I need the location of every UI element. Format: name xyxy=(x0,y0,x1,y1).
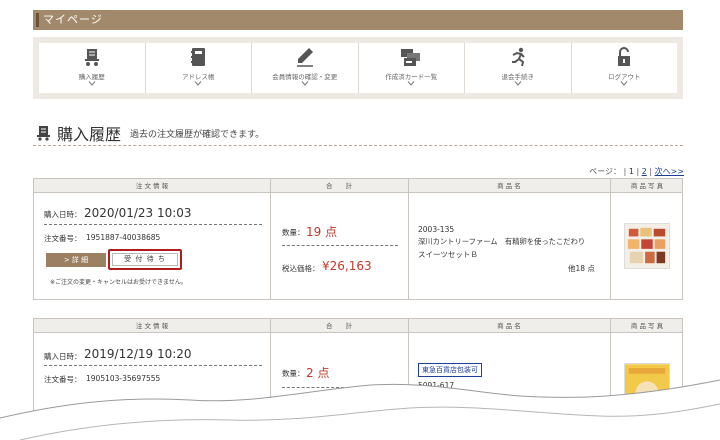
gift-wrap-badge: 東急百貨店包装可 xyxy=(418,363,482,377)
order-note: ※ご注文の変更・キャンセルはお受けできません。 xyxy=(50,279,187,286)
product-name-line2: スイーツセットＢ xyxy=(418,250,478,259)
nav-label: 退会手続き xyxy=(501,73,535,81)
address-book-icon xyxy=(191,48,206,66)
order-card: 注 文 情 報 合 計 商 品 名 商 品 写 真 購入日時： 2020/01/… xyxy=(33,178,683,300)
chevron-down-icon xyxy=(194,81,202,86)
section-title: 購入履歴 xyxy=(57,125,122,144)
nav-label: 作成済カード一覧 xyxy=(385,73,438,81)
nav-label: アドレス帳 xyxy=(182,73,215,81)
order-number-label: 注文番号： xyxy=(44,234,82,243)
pager-separator: | xyxy=(623,167,627,176)
product-name: 深川カントリーファーム 有精卵を使ったこだわり xyxy=(418,237,586,246)
order-number: 1905103-35697555 xyxy=(86,374,161,383)
column-header-total: 合 計 xyxy=(326,322,352,330)
column-header-photo: 商 品 写 真 xyxy=(630,322,664,330)
nav-item-created-cards[interactable]: 作成済カード一覧 xyxy=(359,43,465,93)
column-header-info: 注 文 情 報 xyxy=(135,182,169,190)
pager-label: ページ： xyxy=(589,167,622,176)
order-table-header: 注 文 情 報 合 計 商 品 名 商 品 写 真 xyxy=(34,319,682,333)
purchase-date: 2020/01/23 10:03 xyxy=(84,206,192,220)
nav-label: 購入履歴 xyxy=(78,73,105,81)
unlock-icon xyxy=(618,47,631,66)
order-number: 1951887-40038685 xyxy=(86,233,161,242)
order-card: 注 文 情 報 合 計 商 品 名 商 品 写 真 購入日時： 2019/12/… xyxy=(33,318,683,438)
nav-item-member-info[interactable]: 会員情報の確認・変更 xyxy=(252,43,359,93)
section-divider xyxy=(33,145,683,146)
pager-page-current: 1 xyxy=(628,167,634,176)
price-value: ¥26,163 xyxy=(322,259,372,273)
order-number-label: 注文番号： xyxy=(44,375,82,384)
product-name: ミルメルシィ たいよう xyxy=(418,394,496,403)
pager-separator: | xyxy=(636,167,640,176)
nav-label: ログアウト xyxy=(608,73,641,81)
pager-next-link[interactable]: 次へ>> xyxy=(655,167,684,176)
product-code: 5091-617 xyxy=(418,381,455,390)
nav-item-withdraw[interactable]: 退会手続き xyxy=(465,43,572,93)
cart-icon xyxy=(84,49,99,66)
column-header-photo: 商 品 写 真 xyxy=(630,182,664,190)
column-header-product: 商 品 名 xyxy=(497,322,521,330)
nav-item-logout[interactable]: ログアウト xyxy=(572,43,678,93)
cart-icon xyxy=(37,126,50,141)
product-count: 他1 点 xyxy=(574,406,597,415)
purchase-date-label: 購入日時： xyxy=(44,210,82,219)
product-code: 2003-135 xyxy=(418,225,455,234)
status-button[interactable]: 受 付 待 ち xyxy=(112,253,178,266)
mypage-nav: 購入履歴 アドレス帳 会員情報の確認・変更 作成済カード一覧 退会手続き ログア… xyxy=(33,37,683,99)
product-photo xyxy=(624,363,670,419)
quantity-value: 19 点 xyxy=(306,225,338,239)
cards-icon xyxy=(401,49,421,66)
pagination: ページ： | 1 | 2 | 次へ>> xyxy=(589,166,684,177)
page-header-title: マイページ xyxy=(43,13,103,26)
chevron-down-icon xyxy=(407,81,415,86)
status-highlight: 受 付 待 ち xyxy=(108,249,182,270)
product-count: 他18 点 xyxy=(568,264,595,273)
chevron-down-icon xyxy=(301,81,309,86)
column-header-info: 注 文 情 報 xyxy=(135,322,169,330)
section-subtitle: 過去の注文履歴が確認できます。 xyxy=(130,130,265,140)
column-header-product: 商 品 名 xyxy=(497,182,521,190)
quantity-label: 数量： xyxy=(282,228,305,237)
purchase-date: 2019/12/19 10:20 xyxy=(84,347,192,361)
nav-item-address-book[interactable]: アドレス帳 xyxy=(146,43,252,93)
running-person-icon xyxy=(511,47,525,67)
nav-item-purchase-history[interactable]: 購入履歴 xyxy=(39,43,146,93)
chevron-down-icon xyxy=(88,81,96,86)
detail-button[interactable]: > 詳 細 xyxy=(46,253,106,267)
page-header: マイページ xyxy=(33,10,683,30)
order-table-header: 注 文 情 報 合 計 商 品 名 商 品 写 真 xyxy=(34,179,682,193)
quantity-label: 数量： xyxy=(282,369,305,378)
pencil-icon xyxy=(296,48,313,67)
quantity-value: 2 点 xyxy=(306,366,330,380)
chevron-down-icon xyxy=(514,81,522,86)
price-label: 税込価格： xyxy=(282,264,320,273)
chevron-down-icon xyxy=(620,81,628,86)
column-header-total: 合 計 xyxy=(326,182,352,190)
product-photo xyxy=(624,223,670,269)
nav-label: 会員情報の確認・変更 xyxy=(272,73,338,81)
pager-separator: | xyxy=(649,167,653,176)
pager-page-link[interactable]: 2 xyxy=(642,167,647,176)
purchase-date-label: 購入日時： xyxy=(44,352,82,361)
